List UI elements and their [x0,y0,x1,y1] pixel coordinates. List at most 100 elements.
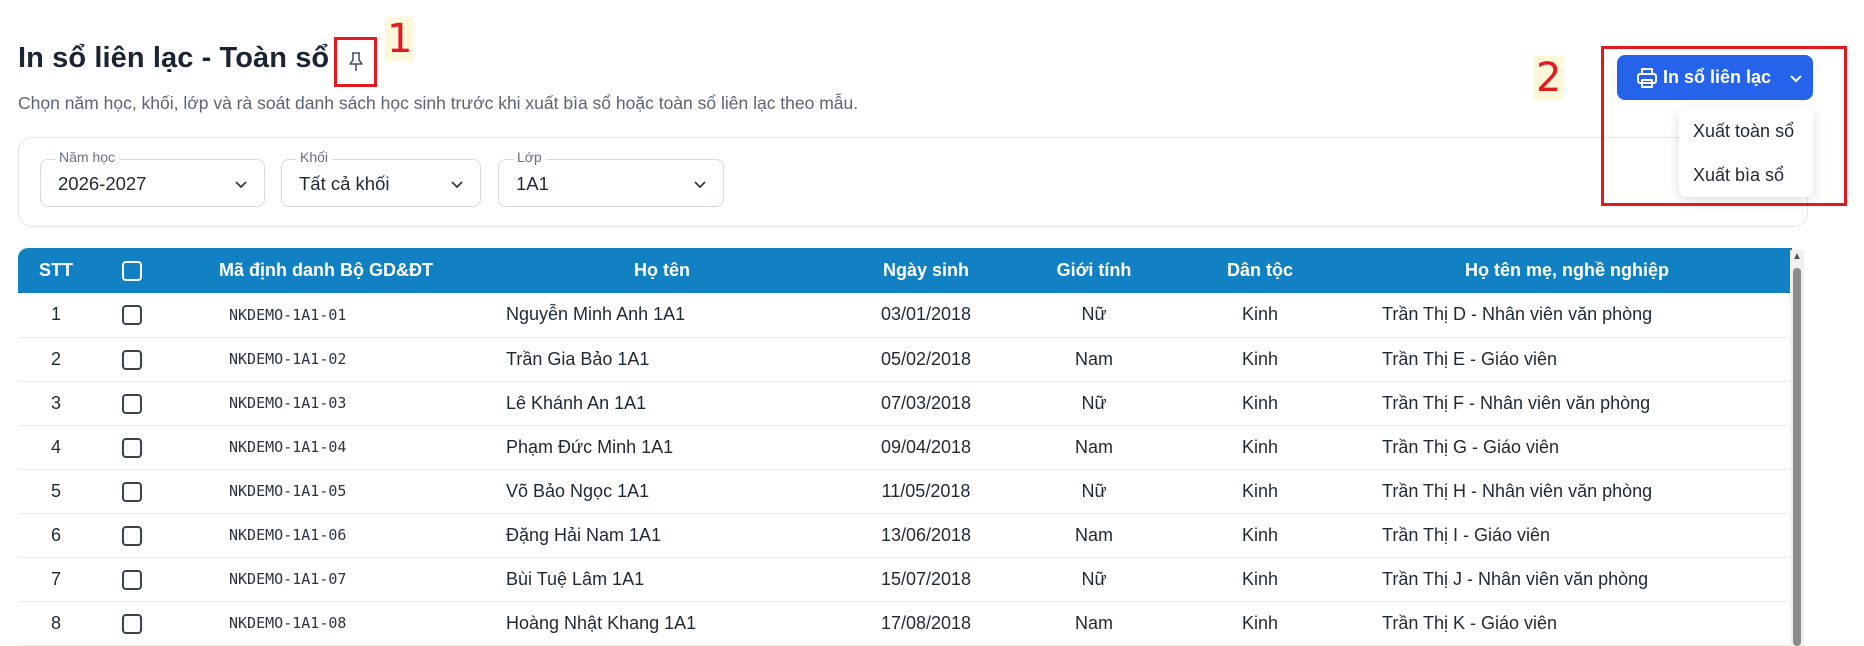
cell-select [94,293,170,337]
menu-item-export-cover[interactable]: Xuất bìa sổ [1679,153,1813,197]
row-checkbox[interactable] [122,349,142,370]
pin-button[interactable] [336,38,376,86]
print-contact-book-label: In sổ liên lạc [1663,67,1772,87]
table-row: 3 NKDEMO-1A1-03 Lê Khánh An 1A1 07/03/20… [18,381,1792,425]
row-checkbox[interactable] [122,569,142,590]
cell-name: Võ Bảo Ngọc 1A1 [506,480,650,501]
cell-ethnicity: Kinh [1241,612,1279,633]
grade-label: Khối [296,149,333,165]
cell-id: NKDEMO-1A1-01 [229,305,347,324]
table-scrollbar[interactable]: ▲ [1790,250,1804,646]
annotation-number-1: 1 [385,16,415,62]
annotation-number-2: 2 [1534,55,1564,101]
row-checkbox[interactable] [122,437,142,458]
chevron-down-icon [1790,75,1802,83]
class-select[interactable]: Lớp 1A1 [498,149,724,207]
printer-icon [1637,68,1657,88]
table-row: 6 NKDEMO-1A1-06 Đặng Hải Nam 1A1 13/06/2… [18,513,1792,557]
cell-dob: 17/08/2018 [880,612,972,633]
cell-dob: 15/07/2018 [880,568,972,589]
cell-id: NKDEMO-1A1-07 [229,570,347,588]
chevron-down-icon [235,181,247,189]
row-checkbox[interactable] [122,393,142,414]
scrollbar-thumb[interactable] [1793,268,1801,646]
cell-stt: 6 [50,524,61,545]
grade-select[interactable]: Khối Tất cả khối [281,149,481,207]
cell-mother: Trần Thị J - Nhân viên văn phòng [1382,568,1649,589]
print-contact-book-button[interactable]: In sổ liên lạc [1617,55,1813,100]
cell-ethnicity: Kinh [1241,436,1279,457]
scroll-up-arrow-icon[interactable]: ▲ [1792,252,1802,262]
cell-gender: Nữ [1081,568,1107,589]
cell-stt: 1 [50,304,61,325]
column-header-select [94,248,170,293]
column-header-dob: Ngày sinh [882,260,970,280]
cell-stt: 7 [50,568,61,589]
cell-mother: Trần Thị I - Giáo viên [1382,524,1551,545]
cell-stt: 3 [50,392,61,413]
table-row: 4 NKDEMO-1A1-04 Phạm Đức Minh 1A1 09/04/… [18,425,1792,469]
table-row: 2 NKDEMO-1A1-02 Trần Gia Bảo 1A1 05/02/2… [18,337,1792,381]
column-header-gender: Giới tính [1056,260,1132,280]
row-checkbox[interactable] [122,305,142,326]
cell-name: Trần Gia Bảo 1A1 [506,348,650,369]
filter-card: Năm học 2026-2027 Khối Tất cả khối Lớp 1… [18,137,1808,227]
cell-mother: Trần Thị D - Nhân viên văn phòng [1382,304,1653,325]
column-header-mother: Họ tên mẹ, nghề nghiệp [1464,260,1669,280]
school-year-value: 2026-2027 [58,173,147,194]
cell-dob: 07/03/2018 [880,392,972,413]
chevron-down-icon [451,181,463,189]
cell-stt: 8 [50,612,61,633]
cell-select [94,601,170,645]
cell-dob: 05/02/2018 [880,348,972,369]
cell-gender: Nam [1074,524,1113,545]
page-title: In sổ liên lạc - Toàn sổ [18,42,330,74]
chevron-down-icon [694,181,706,189]
cell-gender: Nữ [1081,304,1107,325]
cell-ethnicity: Kinh [1241,524,1279,545]
school-year-select[interactable]: Năm học 2026-2027 [40,149,265,207]
cell-dob: 11/05/2018 [881,480,971,501]
column-header-name: Họ tên [634,260,690,280]
cell-stt: 4 [50,436,61,457]
cell-name: Phạm Đức Minh 1A1 [506,436,674,457]
cell-ethnicity: Kinh [1241,392,1279,413]
cell-gender: Nữ [1081,480,1107,501]
menu-item-export-full-book[interactable]: Xuất toàn sổ [1679,109,1813,153]
cell-stt: 2 [50,348,61,369]
cell-name: Hoàng Nhật Khang 1A1 [506,612,697,633]
cell-stt: 5 [50,480,61,501]
cell-id: NKDEMO-1A1-05 [229,482,347,500]
class-label: Lớp [513,149,546,165]
cell-mother: Trần Thị H - Nhân viên văn phòng [1382,480,1653,501]
cell-id: NKDEMO-1A1-04 [229,438,347,456]
table-header-row: STT Mã định danh Bộ GD&ĐT Họ tên Ngày si… [18,248,1792,293]
cell-id: NKDEMO-1A1-03 [229,394,347,412]
cell-gender: Nam [1074,436,1113,457]
row-checkbox[interactable] [122,613,142,634]
cell-ethnicity: Kinh [1241,568,1279,589]
column-header-stt: STT [39,260,73,280]
table-row: 1 NKDEMO-1A1-01 Nguyễn Minh Anh 1A1 03/0… [18,293,1792,337]
class-value: 1A1 [516,173,549,194]
cell-id: NKDEMO-1A1-06 [229,526,347,544]
cell-mother: Trần Thị E - Giáo viên [1382,348,1558,369]
cell-select [94,513,170,557]
row-checkbox[interactable] [122,481,142,502]
table-row: 7 NKDEMO-1A1-07 Bùi Tuệ Lâm 1A1 15/07/20… [18,557,1792,601]
select-all-checkbox[interactable] [122,261,142,282]
cell-select [94,381,170,425]
school-year-label: Năm học [55,149,120,165]
cell-dob: 13/06/2018 [880,524,972,545]
table-row: 8 NKDEMO-1A1-08 Hoàng Nhật Khang 1A1 17/… [18,601,1792,645]
cell-select [94,425,170,469]
cell-ethnicity: Kinh [1241,480,1279,501]
cell-mother: Trần Thị G - Giáo viên [1382,436,1560,457]
cell-name: Lê Khánh An 1A1 [506,392,647,413]
cell-name: Nguyễn Minh Anh 1A1 [506,304,686,325]
pin-icon [349,52,363,71]
student-table: STT Mã định danh Bộ GD&ĐT Họ tên Ngày si… [18,248,1808,646]
cell-dob: 09/04/2018 [880,436,972,457]
row-checkbox[interactable] [122,525,142,546]
cell-dob: 03/01/2018 [880,304,972,325]
